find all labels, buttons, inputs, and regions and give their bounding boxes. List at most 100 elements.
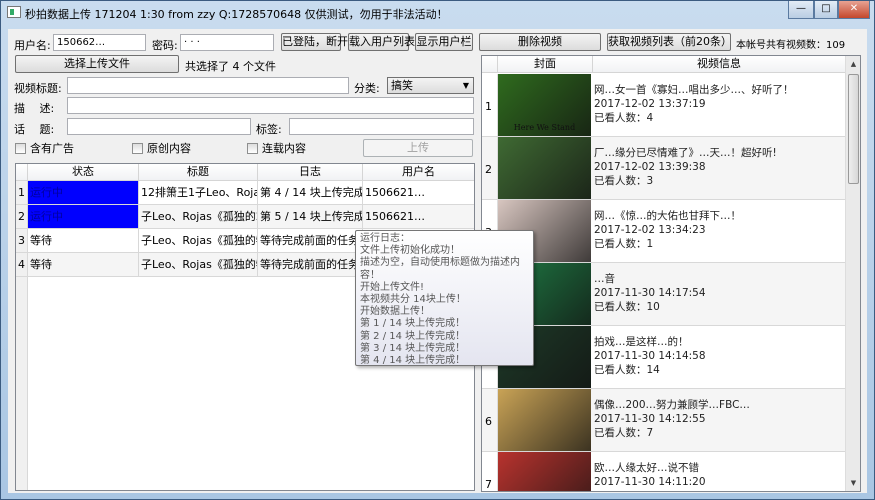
- task-cell-title[interactable]: 子Leo、Rojas《孤独的2...: [139, 205, 258, 229]
- topic-input[interactable]: [67, 118, 251, 135]
- video-views: 已看人数：3: [594, 175, 654, 187]
- video-time: 2017-11-30 14:12:55: [594, 413, 706, 425]
- serial-checkbox[interactable]: 连载内容: [247, 140, 306, 156]
- original-checkbox[interactable]: 原创内容: [132, 140, 191, 156]
- row-number: 2: [482, 137, 498, 200]
- column-header[interactable]: 日志: [258, 164, 363, 181]
- tooltip-line: 第 4 / 14 块上传完成！: [360, 355, 466, 367]
- checkbox-box[interactable]: [132, 142, 143, 154]
- scroll-down-icon[interactable]: ▼: [846, 475, 860, 491]
- tags-input[interactable]: [289, 118, 474, 135]
- video-info: 网…《惊…的大佑也甘拜下…！ 2017-12-02 13:34:23 已看人数：1: [594, 209, 741, 251]
- video-row[interactable]: 1 Here We Stand 网…女一首《寡妇…唱出多少…、好听了！ 2017-12…: [482, 74, 846, 137]
- username-input[interactable]: 150662…: [53, 34, 146, 51]
- username-label: 用户名:: [14, 39, 51, 52]
- password-label: 密码:: [152, 39, 178, 52]
- video-row[interactable]: 3网…《惊…的大佑也甘拜下…！2017-12-02 13:34:23已看人数：1: [482, 200, 846, 263]
- ads-checkbox[interactable]: 含有广告: [15, 140, 74, 156]
- scroll-up-icon[interactable]: ▲: [846, 56, 860, 72]
- tags-label: 标签:: [256, 123, 282, 136]
- app-icon: [7, 6, 21, 18]
- password-input[interactable]: · · ·: [180, 34, 274, 51]
- video-thumbnail: [498, 389, 591, 451]
- video-views: 已看人数：14: [594, 364, 660, 376]
- row-number[interactable]: 4: [16, 253, 28, 277]
- column-header[interactable]: 视频信息: [593, 56, 846, 73]
- task-cell-log[interactable]: 等待完成前面的任务: [258, 229, 363, 253]
- close-button[interactable]: ✕: [838, 1, 870, 19]
- checkbox-box[interactable]: [247, 142, 258, 154]
- task-cell-status[interactable]: 运行中: [28, 181, 139, 205]
- description-label: 描 述:: [14, 102, 55, 115]
- video-time: 2017-11-30 14:17:54: [594, 287, 706, 299]
- vertical-scrollbar[interactable]: ▲ ▼: [845, 56, 860, 491]
- client-area: 用户名: 150662… 密码: · · · 已登陆，断开 载入用户列表 显示用…: [8, 29, 867, 493]
- scrollbar-thumb[interactable]: [848, 74, 859, 184]
- video-info: 欧…人缘太好…说不错 2017-11-30 14:11:20: [594, 461, 706, 489]
- video-title: 偶像…200…努力兼顾学…FBC…: [594, 399, 750, 411]
- category-label: 分类:: [354, 82, 380, 95]
- task-cell-status[interactable]: 运行中: [28, 205, 139, 229]
- video-title: 网…女一首《寡妇…唱出多少…、好听了！: [594, 84, 794, 96]
- video-time: 2017-11-30 14:11:20: [594, 476, 706, 488]
- row-number: 1: [482, 74, 498, 137]
- video-title-input[interactable]: [67, 77, 349, 94]
- column-header[interactable]: 状态: [28, 164, 139, 181]
- video-thumbnail: [498, 452, 591, 491]
- task-cell-title[interactable]: 子Leo、Rojas《孤独的牧...: [139, 229, 258, 253]
- upload-button[interactable]: 上传: [363, 139, 473, 157]
- task-cell-title[interactable]: 子Leo、Rojas《孤独的牧...: [139, 253, 258, 277]
- video-title: …音: [594, 273, 615, 285]
- task-cell-log[interactable]: 第 5 / 14 块上传完成！: [258, 205, 363, 229]
- checkbox-label: 原创内容: [147, 142, 191, 155]
- row-number[interactable]: 3: [16, 229, 28, 253]
- tooltip-line: 本视频共分 14块上传！: [360, 294, 466, 306]
- task-cell-user[interactable]: 1506621…: [363, 205, 474, 229]
- tooltip-line: 运行日志：: [360, 233, 410, 244]
- tooltip-line: 第 1 / 14 块上传完成！: [360, 318, 466, 330]
- load-users-button[interactable]: 载入用户列表: [348, 33, 415, 51]
- video-title: 欧…人缘太好…说不错: [594, 462, 699, 474]
- video-row[interactable]: 5拍戏…是这样…的！2017-11-30 14:14:58已看人数：14: [482, 326, 846, 389]
- selected-count: 共选择了 4 个文件: [185, 60, 276, 73]
- column-header[interactable]: 标题: [139, 164, 258, 181]
- column-header[interactable]: 用户名: [363, 164, 474, 181]
- video-views: 已看人数：7: [594, 427, 654, 439]
- video-row[interactable]: 7 欧…人缘太好…说不错 2017-11-30 14:11:20: [482, 452, 846, 491]
- tooltip-line: 第 3 / 14 块上传完成！: [360, 342, 466, 354]
- row-number[interactable]: 2: [16, 205, 28, 229]
- video-row[interactable]: 6 偶像…200…努力兼顾学…FBC… 2017-11-30 14:12:55 已看人…: [482, 389, 846, 452]
- show-users-button[interactable]: 显示用户栏: [415, 33, 473, 51]
- task-cell-log[interactable]: 等待完成前面的任务: [258, 253, 363, 277]
- tooltip-line: 第 2 / 14 块上传完成！: [360, 330, 466, 342]
- maximize-button[interactable]: □: [814, 1, 838, 19]
- video-views: 已看人数：10: [594, 301, 660, 313]
- description-input[interactable]: [67, 97, 474, 114]
- row-number: 7: [482, 452, 498, 491]
- minimize-button[interactable]: —: [788, 1, 814, 19]
- tooltip-line: 文件上传初始化成功！: [360, 245, 460, 257]
- window-title: 秒拍数据上传 171204 1:30 from zzy Q:1728570648…: [25, 8, 448, 21]
- row-header-column: [16, 277, 28, 490]
- task-cell-status[interactable]: 等待: [28, 253, 139, 277]
- disconnect-button[interactable]: 已登陆，断开: [281, 33, 348, 51]
- video-time: 2017-11-30 14:14:58: [594, 350, 706, 362]
- video-row[interactable]: 2 厂…缘分已尽情难了》…天…！超好听! 2017-12-02 13:39:38 已看…: [482, 137, 846, 200]
- video-row[interactable]: 4…音2017-11-30 14:17:54已看人数：10: [482, 263, 846, 326]
- task-cell-status[interactable]: 等待: [28, 229, 139, 253]
- video-count: 本帐号共有视频数：109: [736, 40, 846, 51]
- column-header[interactable]: 封面: [498, 56, 593, 73]
- delete-video-button[interactable]: 删除视频: [479, 33, 601, 51]
- task-cell-user[interactable]: 1506621…: [363, 181, 474, 205]
- category-select[interactable]: 搞笑 ▼: [387, 77, 474, 94]
- task-cell-log[interactable]: 第 4 / 14 块上传完成！: [258, 181, 363, 205]
- video-time: 2017-12-02 13:37:19: [594, 98, 706, 110]
- category-value: 搞笑: [391, 79, 413, 92]
- row-number[interactable]: 1: [16, 181, 28, 205]
- checkbox-box[interactable]: [15, 142, 26, 154]
- fetch-video-list-button[interactable]: 获取视频列表（前20条）: [607, 33, 732, 51]
- header-corner: [16, 164, 28, 181]
- task-cell-title[interactable]: 12排箫王1子Leo、Roja...: [139, 181, 258, 205]
- video-info: 拍戏…是这样…的！ 2017-11-30 14:14:58 已看人数：14: [594, 335, 706, 377]
- select-file-button[interactable]: 选择上传文件: [15, 55, 179, 73]
